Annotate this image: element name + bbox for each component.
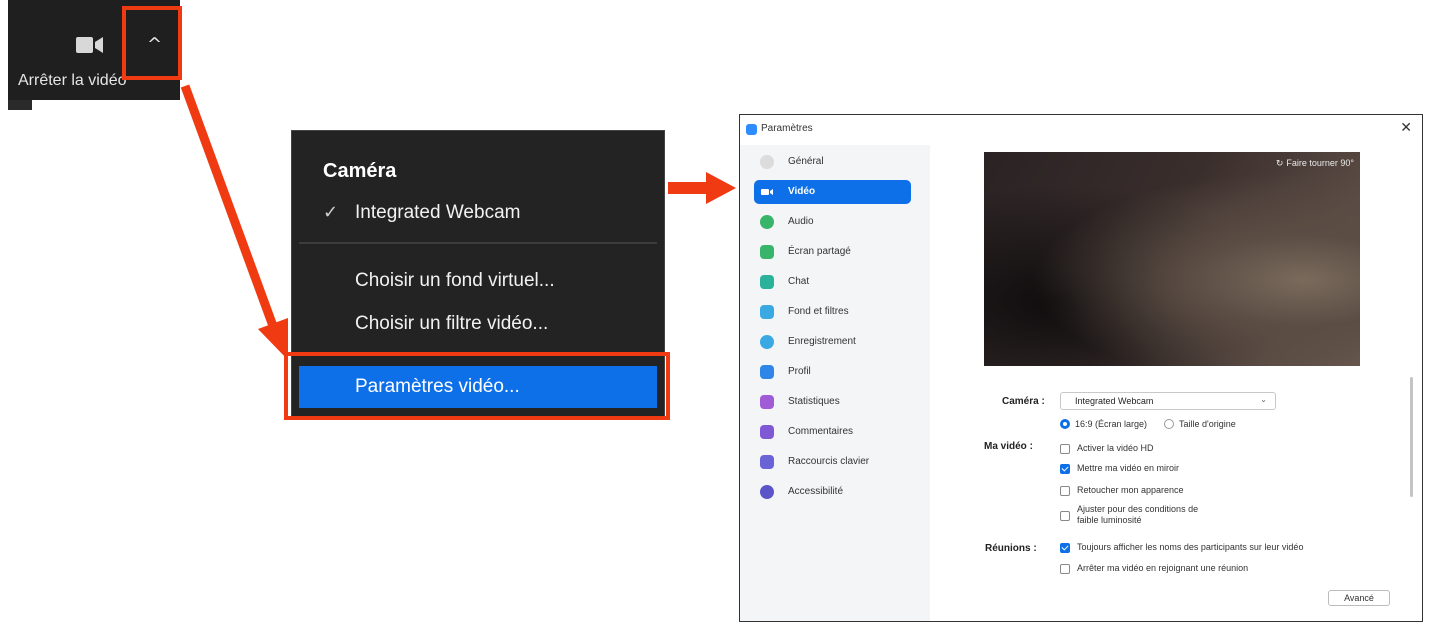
checkbox-hd-video[interactable]	[1060, 444, 1070, 454]
sidebar-item-label: Écran partagé	[788, 246, 851, 257]
menu-item-virtual-background[interactable]: Choisir un fond virtuel...	[355, 270, 555, 292]
sidebar-item-chat[interactable]: Chat	[754, 270, 911, 294]
sidebar-item-label: Commentaires	[788, 426, 854, 437]
sidebar-item-accessibility[interactable]: Accessibilité	[754, 480, 911, 504]
sidebar-item-statistics[interactable]: Statistiques	[754, 390, 911, 414]
sidebar-item-background-filters[interactable]: Fond et filtres	[754, 300, 911, 324]
checkbox-touch-up[interactable]	[1060, 486, 1070, 496]
checkbox-mirror-video-label: Mettre ma vidéo en miroir	[1077, 463, 1180, 473]
stop-video-label[interactable]: Arrêter la vidéo	[18, 72, 127, 90]
camera-select[interactable]: Integrated Webcam ⌄	[1060, 392, 1276, 410]
chat-icon	[760, 275, 774, 289]
sidebar-item-label: Général	[788, 156, 824, 167]
menu-heading: Caméra	[323, 160, 397, 182]
checkbox-stop-video-on-join[interactable]	[1060, 564, 1070, 574]
accessibility-icon	[760, 485, 774, 499]
sidebar-item-label: Statistiques	[788, 396, 840, 407]
video-icon	[760, 185, 774, 199]
sidebar-item-video[interactable]: Vidéo	[754, 180, 911, 204]
settings-window: Paramètres ✕ Général Vidéo Audio Écran p…	[739, 114, 1423, 622]
close-icon[interactable]: ✕	[1400, 120, 1412, 136]
rotate-icon: ↻	[1275, 159, 1284, 169]
background-icon	[760, 305, 774, 319]
sidebar-item-keyboard-shortcuts[interactable]: Raccourcis clavier	[754, 450, 911, 474]
arrow-to-menu	[180, 84, 278, 328]
checkbox-touch-up-label: Retoucher mon apparence	[1077, 485, 1184, 495]
settings-sidebar: Général Vidéo Audio Écran partagé Chat F…	[740, 145, 930, 621]
camera-select-value: Integrated Webcam	[1075, 396, 1154, 406]
record-icon	[760, 335, 774, 349]
sidebar-item-share-screen[interactable]: Écran partagé	[754, 240, 911, 264]
advanced-button[interactable]: Avancé	[1328, 590, 1390, 606]
headphones-icon	[760, 215, 774, 229]
checkbox-hd-video-label: Activer la vidéo HD	[1077, 443, 1154, 453]
menu-divider	[299, 242, 657, 244]
camera-label: Caméra :	[1002, 396, 1045, 407]
sidebar-item-feedback[interactable]: Commentaires	[754, 420, 911, 444]
sidebar-item-label: Profil	[788, 366, 811, 377]
rotate-label: Faire tourner 90°	[1286, 158, 1354, 168]
checkbox-show-names-label: Toujours afficher les noms des participa…	[1077, 542, 1304, 552]
sidebar-item-recording[interactable]: Enregistrement	[754, 330, 911, 354]
feedback-icon	[760, 425, 774, 439]
sidebar-item-general[interactable]: Général	[754, 150, 911, 174]
sidebar-item-profile[interactable]: Profil	[754, 360, 911, 384]
radio-original-size-label: Taille d'origine	[1179, 419, 1236, 429]
sidebar-item-label: Accessibilité	[788, 486, 844, 497]
zoom-logo-icon	[746, 124, 757, 135]
sidebar-item-label: Raccourcis clavier	[788, 456, 870, 467]
video-camera-icon[interactable]	[76, 34, 104, 56]
sidebar-item-audio[interactable]: Audio	[754, 210, 911, 234]
annotation-box-video-settings	[284, 352, 670, 420]
check-icon: ✓	[323, 202, 339, 223]
checkbox-low-light-label: Ajuster pour des conditions de	[1077, 504, 1199, 514]
checkbox-low-light-label-line2: faible luminosité	[1077, 515, 1142, 525]
chevron-down-icon: ⌄	[1260, 395, 1267, 404]
sidebar-item-label: Fond et filtres	[788, 306, 849, 317]
scrollbar[interactable]	[1410, 377, 1413, 497]
my-video-label: Ma vidéo :	[984, 441, 1033, 452]
menu-item-integrated-webcam[interactable]: Integrated Webcam	[355, 202, 520, 224]
advanced-button-label: Avancé	[1344, 593, 1374, 603]
window-title: Paramètres	[761, 123, 813, 134]
gear-icon	[760, 155, 774, 169]
radio-widescreen-label: 16:9 (Écran large)	[1075, 419, 1148, 429]
annotation-box-chevron	[122, 6, 182, 80]
sidebar-item-label: Chat	[788, 276, 810, 287]
menu-item-video-filter[interactable]: Choisir un filtre vidéo...	[355, 313, 548, 335]
radio-original-size[interactable]	[1164, 419, 1174, 429]
video-preview: ↻ Faire tourner 90°	[984, 152, 1360, 366]
checkbox-low-light[interactable]	[1060, 511, 1070, 521]
share-screen-icon	[760, 245, 774, 259]
radio-widescreen[interactable]	[1060, 419, 1070, 429]
arrowhead-right	[706, 172, 736, 204]
sidebar-item-label: Enregistrement	[788, 336, 856, 347]
checkbox-stop-video-on-join-label: Arrêter ma vidéo en rejoignant une réuni…	[1077, 563, 1249, 573]
checkbox-show-names[interactable]	[1060, 543, 1070, 553]
toolbar-edge	[8, 100, 32, 110]
keyboard-icon	[760, 455, 774, 469]
window-titlebar: Paramètres ✕	[740, 115, 1422, 145]
meetings-label: Réunions :	[985, 543, 1037, 554]
stats-icon	[760, 395, 774, 409]
checkbox-mirror-video[interactable]	[1060, 464, 1070, 474]
profile-icon	[760, 365, 774, 379]
rotate-button[interactable]: ↻ Faire tourner 90°	[1276, 158, 1354, 169]
sidebar-item-label: Audio	[788, 216, 814, 227]
sidebar-item-label: Vidéo	[788, 186, 816, 197]
